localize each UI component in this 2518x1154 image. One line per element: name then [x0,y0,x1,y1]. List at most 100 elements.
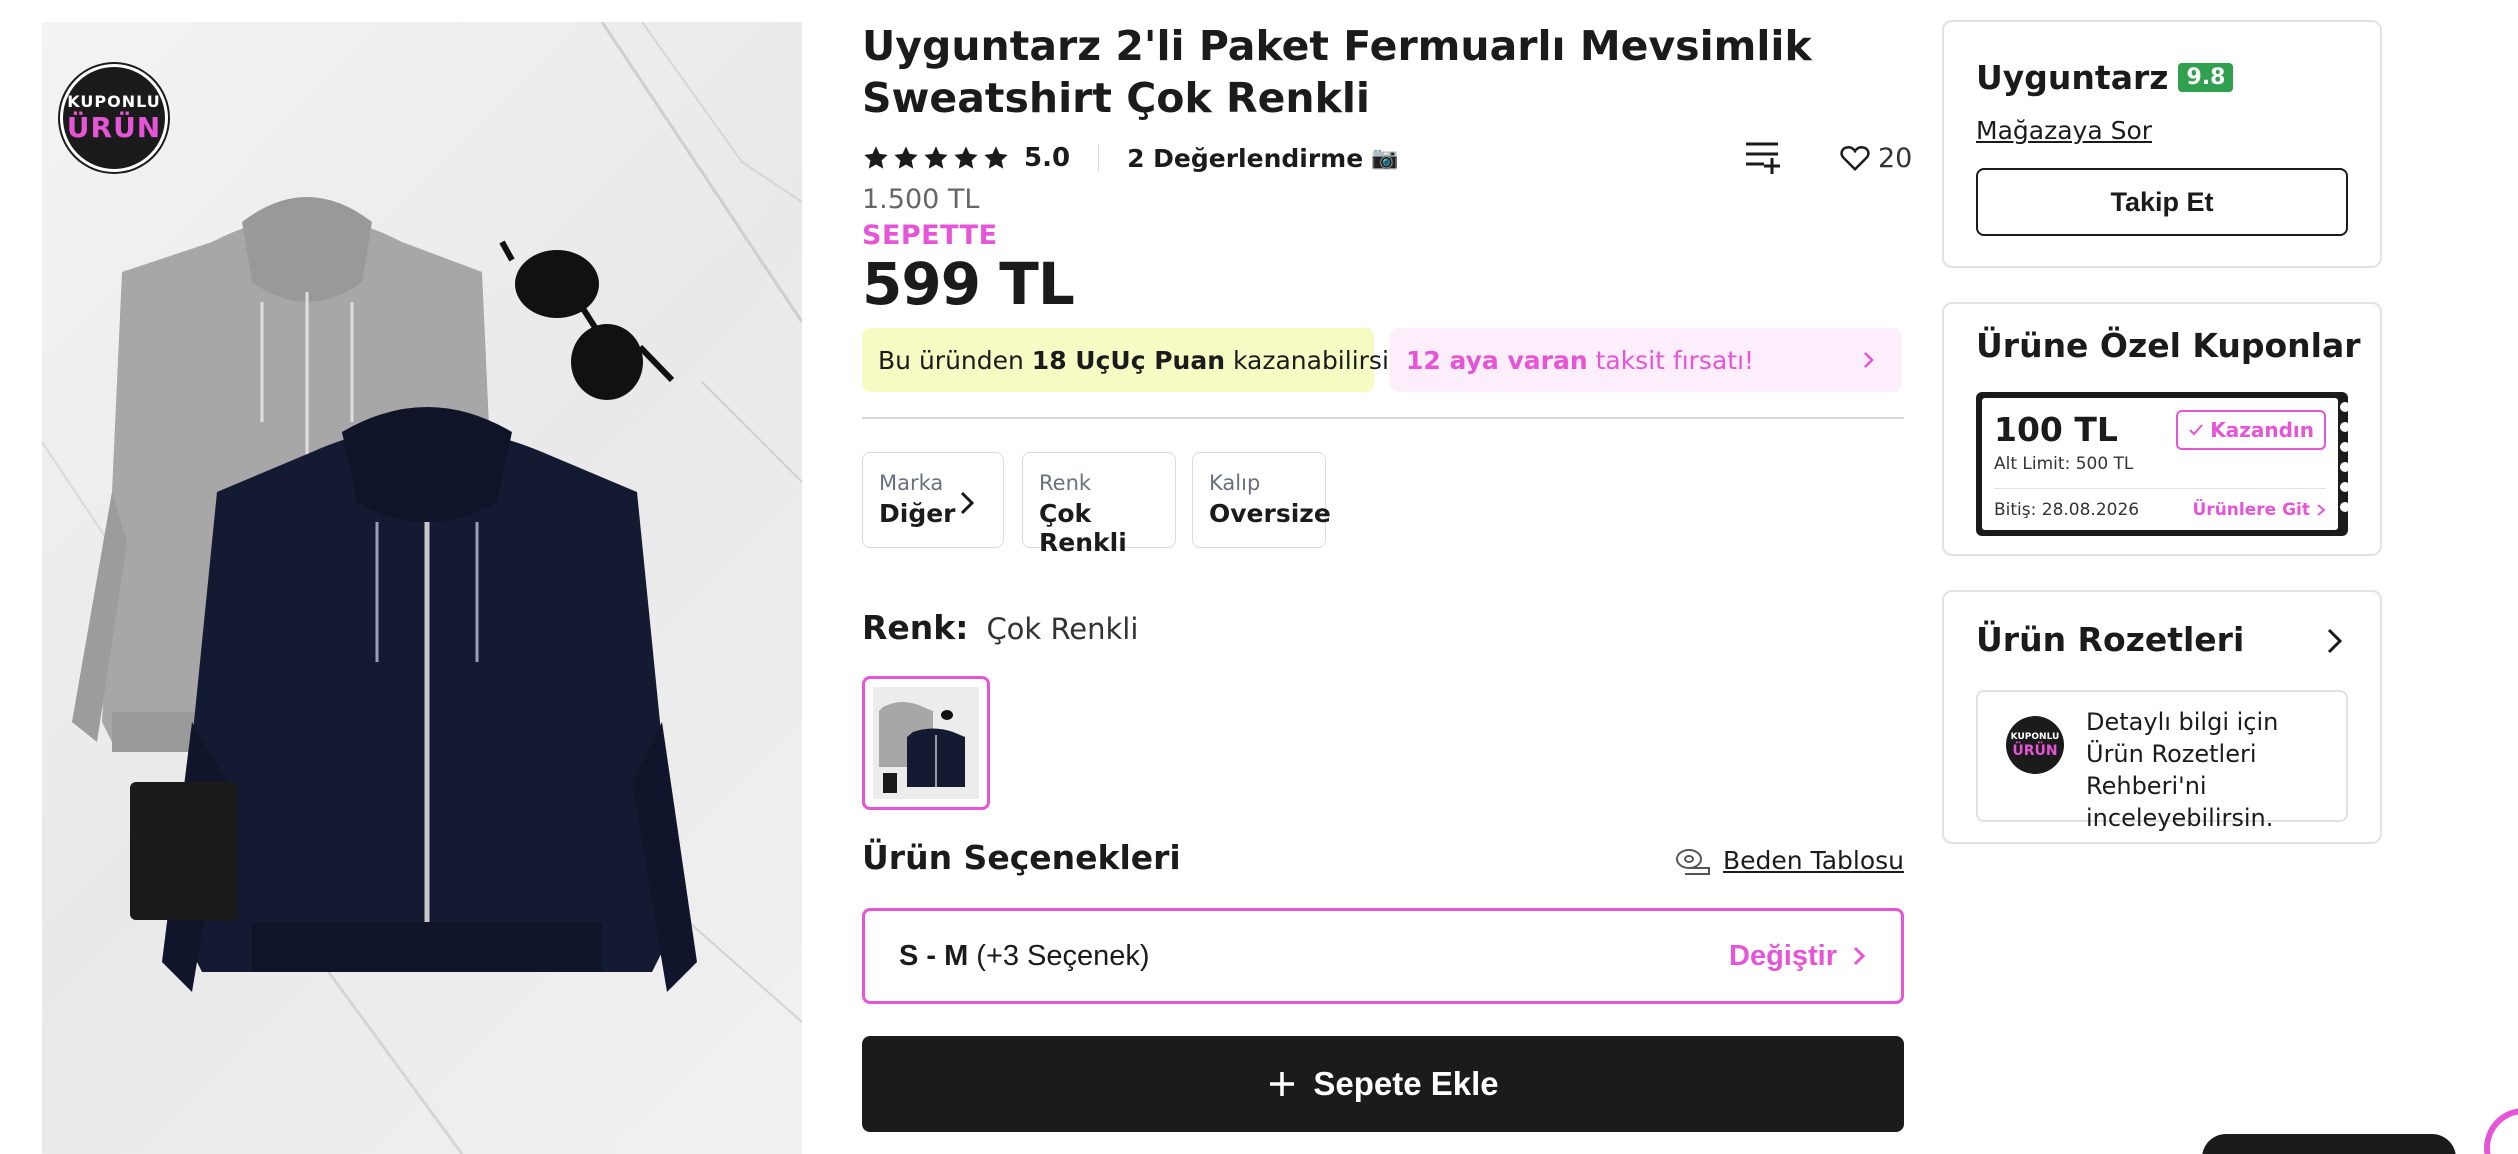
store-name-row[interactable]: Uyguntarz 9.8 [1976,58,2234,97]
kuponlu-urun-badge: KUPONLU ÜRÜN [60,64,168,172]
change-size-button[interactable]: Değiştir [1729,940,1867,973]
attribute-brand[interactable]: Marka Diğer [862,452,1004,548]
product-page: KUPONLU ÜRÜN Uyguntarz 2'li Paket Fermua… [0,0,2518,1154]
divider [1098,145,1100,171]
follow-store-button[interactable]: Takip Et [1976,168,2348,236]
coupon-notch [2340,442,2350,452]
product-photo-illustration [42,22,802,1154]
coupon-expiry: Bitiş: 28.08.2026 [1994,500,2140,520]
coupon-won-badge: Kazandın [2176,410,2326,450]
puan-suffix: kazanabilirsin. [1225,345,1413,375]
add-to-cart-label: Sepete Ekle [1313,1065,1499,1102]
add-to-list-icon[interactable] [1742,136,1782,176]
star-icon [924,146,948,169]
check-icon [2189,424,2203,436]
old-price: 1.500 TL [862,184,980,215]
star-icon [984,146,1008,169]
attribute-value: Çok Renkli [1039,499,1127,557]
attribute-value: Oversize [1209,499,1331,528]
coupons-card: Ürüne Özel Kuponlar 100 TL Alt Limit: 50… [1942,302,2382,556]
ask-store-link[interactable]: Mağazaya Sor [1976,116,2152,145]
store-card: Uyguntarz 9.8 Mağazaya Sor Takip Et [1942,20,2382,268]
puan-amount: 18 UçUç Puan [1031,345,1226,375]
taksit-months: 12 aya varan [1406,345,1588,375]
attribute-key: Kalıp [1209,471,1261,495]
star-icon [864,146,888,169]
coupon-limit: Alt Limit: 500 TL [1994,454,2134,474]
badge-line-2: ÜRÜN [2012,742,2058,759]
attribute-key: Renk [1039,471,1092,495]
badge-line-2: ÜRÜN [66,111,162,144]
color-swatch-selected[interactable] [862,676,990,810]
review-count-link[interactable]: 2 Değerlendirme [1127,144,1363,173]
size-selector[interactable]: S - M (+3 Seçenek) Değiştir [862,908,1904,1004]
swatch-thumbnail-image [873,687,979,799]
coupon-notch [2340,462,2350,472]
coupon-notch [2340,502,2350,512]
chevron-right-icon [1853,946,1866,966]
extra-options-count: (+3 Seçenek) [976,939,1150,972]
coupon-amount: 100 TL [1994,410,2118,449]
coupon-go-label: Ürünlere Git [2192,500,2311,520]
size-chart-link[interactable]: Beden Tablosu [1675,846,1904,875]
favorite-button[interactable]: 20 [1840,140,1912,176]
color-label: Renk: [862,608,969,647]
chevron-right-icon [2317,504,2326,516]
rating-value: 5.0 [1024,143,1071,173]
badge-line-1: KUPONLU [2010,731,2060,742]
color-row: Renk: Çok Renkli [862,608,1138,647]
coupon-notch [2340,402,2350,412]
store-name: Uyguntarz [1976,58,2169,97]
badge-info-text: Detaylı bilgi için Ürün Rozetleri Rehber… [2086,708,2279,832]
star-icon [894,146,918,169]
coupon-divider [1994,488,2326,489]
coupon-notch [2340,422,2350,432]
product-badges-title: Ürün Rozetleri [1976,620,2245,659]
change-label: Değiştir [1729,939,1837,972]
product-badges-card[interactable]: Ürün Rozetleri KUPONLU ÜRÜN Detaylı bilg… [1942,590,2382,844]
camera-icon: 📷 [1371,145,1399,171]
chevron-right-icon [1864,352,1874,368]
plus-icon [1270,1072,1295,1096]
taksit-text: taksit fırsatı! [1587,345,1755,375]
current-price: 599 TL [862,250,1075,318]
floating-action-button[interactable] [2484,1108,2518,1154]
sepette-label: SEPETTE [862,220,998,251]
attribute-fit: Kalıp Oversize [1192,452,1331,548]
chevron-right-icon[interactable] [2324,626,2346,656]
coupon-ticket[interactable]: 100 TL Alt Limit: 500 TL Kazandın Bitiş:… [1976,392,2350,536]
coupon-status: Kazandın [2210,418,2314,442]
rating-row[interactable]: 5.0 2 Değerlendirme 📷 [862,140,1399,176]
badge-line-1: KUPONLU [67,92,161,111]
measuring-tape-icon [1675,848,1710,875]
star-icon [954,146,978,169]
heart-icon [1840,146,1870,172]
add-to-cart-button[interactable]: Sepete Ekle [862,1036,1904,1132]
color-value: Çok Renkli [986,612,1139,646]
chevron-right-icon [960,491,975,515]
size-chart-label: Beden Tablosu [1722,846,1904,875]
favorite-count: 20 [1878,142,1913,174]
swatch-thumbnail [873,687,979,799]
kuponlu-urun-badge-small: KUPONLU ÜRÜN [2006,716,2064,774]
product-title: Uyguntarz 2'li Paket Fermuarlı Mevsimlik… [862,22,1812,122]
coupon-notch [2340,482,2350,492]
options-title: Ürün Seçenekleri [862,838,1181,877]
puan-prefix: Bu üründen [878,345,1032,375]
store-score-badge: 9.8 [2178,63,2234,92]
navy-hoodie [162,407,697,992]
coupon-go-link[interactable]: Ürünlere Git [2193,500,2327,520]
section-divider [862,417,1904,419]
coupon-body: 100 TL Alt Limit: 500 TL Kazandın Bitiş:… [1982,398,2338,530]
product-main-image[interactable]: KUPONLU ÜRÜN [42,22,802,1154]
puan-promo: Bu üründen 18 UçUç Puan kazanabilirsin. [862,328,1413,392]
coupons-title: Ürüne Özel Kuponlar [1976,326,2361,365]
floating-bottom-button[interactable] [2202,1134,2456,1154]
sunglasses [499,240,675,400]
selected-size: S - M [899,939,969,972]
attribute-color: Renk Çok Renkli [1022,452,1176,557]
badge-info-box: KUPONLU ÜRÜN Detaylı bilgi için Ürün Roz… [1976,690,2348,832]
star-rating [862,144,1010,172]
taksit-promo[interactable]: 12 aya varan taksit fırsatı! [1390,328,1902,392]
wallet [130,782,238,920]
